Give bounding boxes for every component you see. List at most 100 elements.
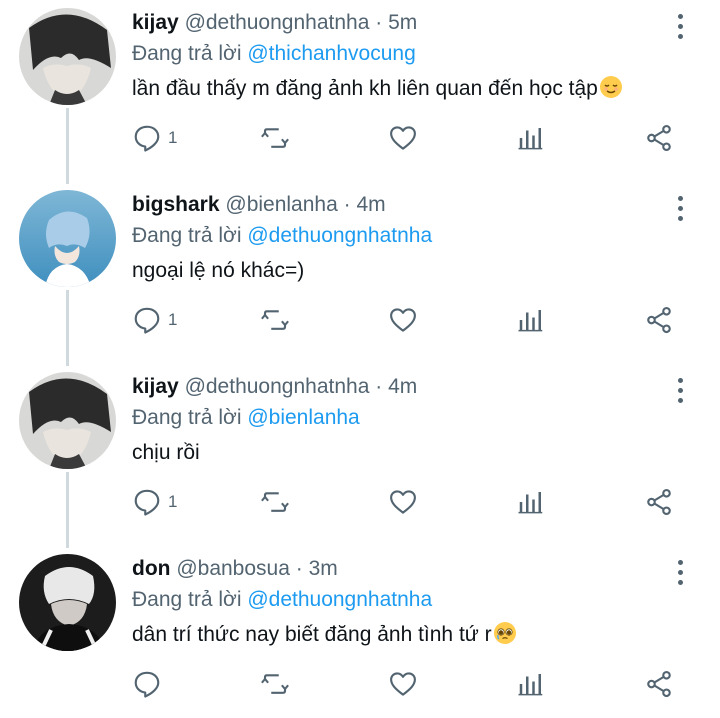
display-name[interactable]: kijay (132, 375, 179, 398)
retweet-button[interactable] (260, 118, 290, 158)
analytics-icon (518, 674, 543, 696)
retweet-button[interactable] (260, 300, 290, 340)
tweet-header: kijay @dethuongnhatnha · 5m (132, 10, 417, 36)
tweet-header: don @banbosua · 3m (132, 556, 338, 582)
tweet[interactable]: kijay @dethuongnhatnha · 4m Đang trả lời… (0, 364, 720, 546)
share-button[interactable] (644, 482, 674, 522)
more-options-icon[interactable] (672, 12, 688, 42)
replying-to-handle[interactable]: @dethuongnhatnha (247, 588, 432, 611)
analytics-icon (518, 310, 543, 332)
tweet[interactable]: don @banbosua · 3m Đang trả lời @dethuon… (0, 546, 720, 718)
tweet-text: lần đầu thấy m đăng ảnh kh liên quan đến… (132, 75, 623, 103)
user-handle[interactable]: @dethuongnhatnha (185, 375, 370, 398)
timestamp[interactable]: 5m (388, 11, 417, 34)
user-handle[interactable]: @bienlanha (225, 193, 337, 216)
tweet-header: kijay @dethuongnhatnha · 4m (132, 374, 417, 400)
tweet-text: chịu rồi (132, 439, 200, 467)
replying-to: Đang trả lời @bienlanha (132, 405, 360, 431)
like-button[interactable] (388, 664, 418, 704)
tweet-text-content: dân trí thức nay biết đăng ảnh tình tứ r (132, 623, 492, 646)
reply-count: 1 (168, 492, 178, 511)
share-icon (647, 124, 671, 152)
reply-button[interactable]: 1 (132, 482, 177, 522)
avatar-image (19, 8, 116, 105)
more-options-icon[interactable] (672, 558, 688, 588)
separator-dot: · (375, 11, 383, 34)
like-icon (390, 308, 416, 332)
user-handle[interactable]: @dethuongnhatnha (185, 11, 370, 34)
replying-to-handle[interactable]: @bienlanha (247, 406, 359, 429)
replying-to-handle[interactable]: @dethuongnhatnha (247, 224, 432, 247)
tweet-text: dân trí thức nay biết đăng ảnh tình tứ r (132, 621, 517, 649)
separator-dot: · (375, 375, 383, 398)
reply-button[interactable]: 1 (132, 118, 177, 158)
like-icon (390, 126, 416, 150)
share-button[interactable] (644, 664, 674, 704)
tweet-header: bigshark @bienlanha · 4m (132, 192, 386, 218)
like-button[interactable] (388, 300, 418, 340)
replying-to: Đang trả lời @dethuongnhatnha (132, 587, 432, 613)
avatar-image (19, 190, 116, 287)
avatar-image (19, 554, 116, 651)
reply-count: 1 (168, 310, 178, 329)
tweet-actions: 1 (132, 300, 692, 340)
like-button[interactable] (388, 482, 418, 522)
reply-icon (134, 125, 160, 152)
more-options-icon[interactable] (672, 194, 688, 224)
display-name[interactable]: don (132, 557, 170, 580)
analytics-button[interactable] (516, 664, 546, 704)
avatar[interactable] (19, 372, 116, 469)
tweet-text: ngoại lệ nó khác=) (132, 257, 304, 285)
retweet-icon (261, 492, 289, 512)
avatar[interactable] (19, 190, 116, 287)
avatar-image (19, 372, 116, 469)
tweet-actions: 1 (132, 482, 692, 522)
display-name[interactable]: kijay (132, 11, 179, 34)
replying-to-label: Đang trả lời (132, 406, 242, 429)
reply-button[interactable]: 1 (132, 300, 177, 340)
analytics-button[interactable] (516, 482, 546, 522)
tweet-text-content: lần đầu thấy m đăng ảnh kh liên quan đến… (132, 77, 598, 100)
like-button[interactable] (388, 118, 418, 158)
retweet-icon (261, 310, 289, 330)
replying-to-handle[interactable]: @thichanhvocung (247, 42, 415, 65)
share-button[interactable] (644, 300, 674, 340)
analytics-button[interactable] (516, 300, 546, 340)
display-name[interactable]: bigshark (132, 193, 220, 216)
like-icon (390, 672, 416, 696)
replying-to-label: Đang trả lời (132, 224, 242, 247)
analytics-icon (518, 492, 543, 514)
reply-count: 1 (168, 128, 178, 147)
timestamp[interactable]: 4m (356, 193, 385, 216)
share-button[interactable] (644, 118, 674, 158)
share-icon (647, 306, 671, 334)
retweet-button[interactable] (260, 664, 290, 704)
tweet-text-content: chịu rồi (132, 441, 200, 464)
avatar[interactable] (19, 8, 116, 105)
retweet-icon (261, 674, 289, 694)
tweet-actions (132, 664, 692, 704)
replying-to: Đang trả lời @thichanhvocung (132, 41, 416, 67)
timestamp[interactable]: 3m (309, 557, 338, 580)
more-options-icon[interactable] (672, 376, 688, 406)
like-icon (390, 490, 416, 514)
avatar[interactable] (19, 554, 116, 651)
replying-to: Đang trả lời @dethuongnhatnha (132, 223, 432, 249)
timestamp[interactable]: 4m (388, 375, 417, 398)
relieved-face-emoji (599, 76, 622, 98)
tweet[interactable]: kijay @dethuongnhatnha · 5m Đang trả lời… (0, 0, 720, 182)
user-handle[interactable]: @banbosua (176, 557, 290, 580)
tweet[interactable]: bigshark @bienlanha · 4m Đang trả lời @d… (0, 182, 720, 364)
separator-dot: · (295, 557, 303, 580)
reply-button[interactable] (132, 664, 168, 704)
analytics-icon (518, 128, 543, 150)
analytics-button[interactable] (516, 118, 546, 158)
share-icon (647, 670, 671, 698)
reply-icon (134, 489, 160, 516)
replying-to-label: Đang trả lời (132, 588, 242, 611)
pleading-face-emoji (493, 622, 516, 644)
tweet-actions: 1 (132, 118, 692, 158)
tweet-text-content: ngoại lệ nó khác=) (132, 259, 305, 282)
retweet-button[interactable] (260, 482, 290, 522)
retweet-icon (261, 128, 289, 148)
